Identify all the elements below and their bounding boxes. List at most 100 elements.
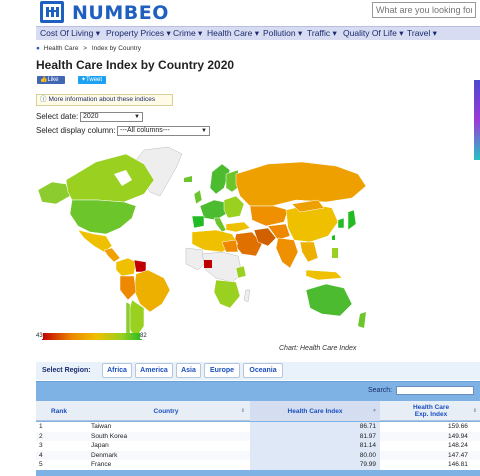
sort-icon: ⇕	[472, 408, 477, 414]
like-label: Like	[47, 77, 59, 83]
exp-cell: 159.66	[448, 423, 468, 430]
map-region-southern-africa	[213, 279, 241, 309]
numbeo-logo-icon[interactable]	[40, 1, 64, 23]
nav-travel[interactable]: Travel ▾	[407, 28, 437, 39]
table-search-input[interactable]	[396, 386, 474, 395]
display-column-select[interactable]: ---All columns--- ▼	[117, 126, 210, 136]
scale-max-label: 82	[140, 333, 147, 339]
map-region-uk	[193, 189, 203, 205]
nav-quality-of-life[interactable]: Quality Of Life ▾	[343, 28, 403, 39]
column-header-rank[interactable]: Rank	[36, 401, 82, 421]
color-scale-legend	[42, 333, 142, 340]
map-region-spain	[191, 215, 205, 229]
table-row[interactable]: 2 South Korea 81.97 149.94	[36, 431, 480, 441]
country-cell[interactable]: Taiwan	[91, 423, 111, 430]
breadcrumb-health-care[interactable]: Health Care	[44, 45, 79, 52]
main-nav: Cost Of Living ▾ Property Prices ▾ Crime…	[36, 26, 480, 40]
map-region-taiwan	[332, 235, 335, 240]
tweet-button[interactable]: ✦Tweet	[78, 76, 106, 84]
info-icon: ⓘ	[40, 96, 47, 103]
country-cell[interactable]: Denmark	[91, 452, 117, 459]
dropdown-caret-icon: ▼	[134, 114, 140, 120]
home-icon[interactable]: ●	[36, 45, 40, 52]
country-cell[interactable]: Japan	[91, 442, 109, 449]
column-header-health-care-exp-index[interactable]: Health Care Exp. Index ⇕	[382, 401, 480, 421]
map-region-venezuela	[133, 259, 147, 273]
table-row[interactable]: 5 France 79.99 146.81	[36, 460, 480, 470]
scale-min-label: 43	[36, 333, 43, 339]
exp-cell: 147.47	[448, 451, 468, 459]
logo-text[interactable]: NUMBEO	[72, 2, 169, 24]
breadcrumb-index-by-country[interactable]: Index by Country	[92, 45, 141, 52]
table-row[interactable]: 1 Taiwan 86.71 159.66	[36, 422, 480, 432]
nav-crime[interactable]: Crime ▾	[173, 28, 202, 39]
table-row[interactable]: 4 Denmark 80.00 147.47	[36, 450, 480, 460]
select-date-label: Select date:	[36, 112, 79, 121]
map-region-alaska	[37, 181, 71, 205]
country-cell[interactable]: South Korea	[91, 433, 127, 440]
tweet-label: Tweet	[86, 77, 103, 83]
site-header: NUMBEO	[0, 0, 480, 26]
hci-cell: 86.71	[250, 422, 380, 432]
column-select-value: ---All columns---	[120, 127, 170, 134]
sort-icon: ⇕	[240, 408, 245, 414]
country-header-label: Country	[153, 407, 179, 415]
hci-cell: 79.99	[250, 460, 380, 470]
map-region-philippines	[332, 248, 338, 258]
region-america-button[interactable]: America	[135, 363, 173, 378]
exp-cell: 148.24	[448, 442, 468, 449]
more-info-button[interactable]: ⓘ More information about these indices	[36, 94, 173, 106]
date-select[interactable]: 2020 ▼	[80, 112, 143, 122]
hci-cell: 81.97	[250, 431, 380, 441]
map-region-india	[275, 237, 299, 269]
hci-cell: 81.14	[250, 441, 380, 451]
select-region-label: Select Region:	[42, 367, 91, 374]
exp-header-label-line1: Health Care	[412, 404, 450, 411]
map-region-kenya	[235, 265, 247, 279]
nav-pollution[interactable]: Pollution ▾	[263, 28, 302, 39]
rank-cell: 3	[39, 442, 43, 449]
map-region-korea	[337, 217, 345, 229]
column-header-health-care-index[interactable]: Health Care Index ▼	[250, 401, 380, 421]
region-selector: Select Region: Africa America Asia Europ…	[36, 362, 480, 380]
facebook-like-button[interactable]: 👍Like	[37, 76, 65, 84]
breadcrumb: ● Health Care > Index by Country	[36, 45, 141, 52]
map-region-central-america	[103, 247, 121, 263]
rank-cell: 2	[39, 432, 43, 440]
table-search-label: Search:	[368, 387, 393, 394]
nav-traffic[interactable]: Traffic ▾	[307, 28, 337, 39]
map-region-madagascar	[243, 289, 251, 303]
nav-property-prices[interactable]: Property Prices ▾	[106, 28, 171, 39]
column-header-country[interactable]: Country ⇕	[84, 401, 248, 421]
hci-header-label: Health Care Index	[287, 407, 343, 415]
world-health-map[interactable]	[36, 144, 372, 344]
table-row[interactable]: 3 Japan 81.14 148.24	[36, 441, 480, 451]
map-region-peru	[119, 275, 137, 301]
map-region-kazakhstan	[249, 205, 289, 227]
rank-cell: 4	[39, 451, 43, 459]
nav-cost-of-living[interactable]: Cost Of Living ▾	[40, 28, 100, 39]
dropdown-caret-icon: ▼	[201, 128, 207, 134]
region-asia-button[interactable]: Asia	[176, 363, 201, 378]
page-title: Health Care Index by Country 2020	[36, 58, 235, 72]
feedback-side-tab[interactable]	[474, 80, 480, 160]
rank-cell: 5	[39, 461, 43, 468]
rank-cell: 1	[39, 423, 43, 430]
hci-cell: 80.00	[250, 450, 380, 460]
nav-health-care[interactable]: Health Care ▾	[207, 28, 259, 39]
country-cell[interactable]: France	[91, 461, 111, 468]
exp-cell: 146.81	[448, 461, 468, 468]
map-region-chile	[125, 301, 131, 337]
site-search-input[interactable]	[372, 2, 476, 18]
exp-cell: 149.94	[448, 432, 468, 440]
region-africa-button[interactable]: Africa	[102, 363, 132, 378]
region-europe-button[interactable]: Europe	[204, 363, 240, 378]
map-region-new-zealand	[358, 312, 366, 328]
rankings-table: Search: Rank Country ⇕ Health Care Index…	[36, 381, 480, 476]
more-info-label: More information about these indices	[48, 96, 156, 103]
date-select-value: 2020	[83, 113, 99, 120]
map-region-colombia	[115, 257, 137, 277]
breadcrumb-separator: >	[83, 45, 88, 52]
region-oceania-button[interactable]: Oceania	[243, 363, 283, 378]
map-region-east-europe	[223, 195, 245, 219]
